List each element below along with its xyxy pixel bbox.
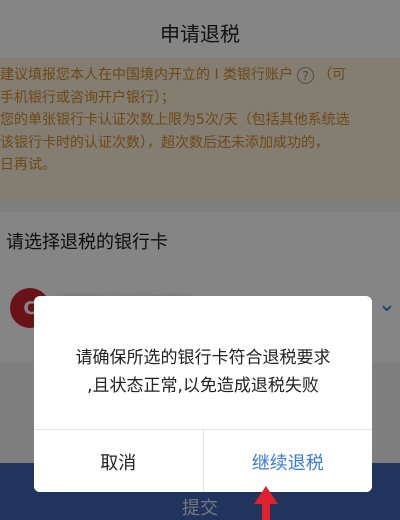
cancel-button[interactable]: 取消: [34, 430, 204, 492]
red-arrow-icon: [254, 486, 278, 520]
dialog-buttons: 取消 继续退税: [34, 429, 372, 492]
dialog-message: 请确保所选的银行卡符合退税要求 ,且状态正常,以免造成退税失败: [34, 344, 372, 400]
confirm-dialog: 请确保所选的银行卡符合退税要求 ,且状态正常,以免造成退税失败 取消 继续退税: [34, 296, 372, 492]
continue-refund-button[interactable]: 继续退税: [203, 430, 372, 492]
dialog-message-line-2: ,且状态正常,以免造成退税失败: [87, 376, 319, 396]
dialog-message-line-1: 请确保所选的银行卡符合退税要求: [75, 348, 331, 368]
